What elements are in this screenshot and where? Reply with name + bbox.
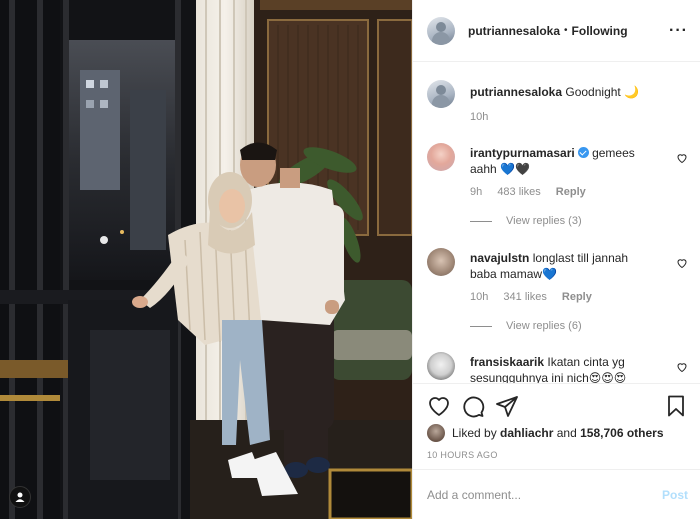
author-username[interactable]: putriannesaloka	[468, 24, 560, 38]
post-header: putriannesaloka • Following ···	[413, 0, 700, 62]
post-panel: putriannesaloka • Following ··· putriann…	[412, 0, 700, 519]
comment-text-line2: baba mamaw💙	[470, 267, 557, 281]
view-replies-label: View replies (6)	[506, 320, 582, 332]
post-comment-button[interactable]: Post	[662, 488, 688, 502]
heart-icon[interactable]	[427, 394, 451, 418]
divider-line	[470, 325, 492, 327]
comment-likes[interactable]: 341 likes	[503, 291, 546, 303]
view-replies-button[interactable]: View replies (3)	[470, 215, 582, 227]
comment-input[interactable]: Add a comment...	[427, 488, 662, 502]
action-icons	[427, 394, 688, 418]
caption-username[interactable]: putriannesaloka	[470, 85, 562, 99]
post-photo[interactable]	[0, 0, 412, 519]
comment-time[interactable]: 10h	[470, 291, 488, 303]
following-button[interactable]: Following	[572, 24, 628, 38]
comment-body: fransiskaarik Ikatan cinta yg sesungguhn…	[470, 354, 662, 384]
reply-button[interactable]: Reply	[562, 291, 592, 303]
liked-by: Liked by dahliachr and 158,706 others	[427, 424, 664, 442]
caption-text: Goodnight 🌙	[565, 85, 640, 99]
comment-meta: 9h 483 likes Reply	[470, 186, 598, 198]
caption-meta: 10h	[470, 111, 500, 123]
add-comment-bar: Add a comment... Post	[413, 470, 700, 519]
liked-by-and: and	[556, 426, 577, 440]
comment-likes[interactable]: 483 likes	[497, 186, 540, 198]
paper-plane-icon[interactable]	[495, 394, 519, 418]
post-timestamp[interactable]: 10 HOURS AGO	[427, 450, 498, 460]
post-actions: Liked by dahliachr and 158,706 others 10…	[413, 384, 700, 470]
comments-list[interactable]: putriannesaloka Goodnight 🌙 10h irantypu…	[413, 62, 700, 384]
caption-time[interactable]: 10h	[470, 111, 488, 123]
comment-body: irantypurnamasari gemees aahh 💙🖤	[470, 145, 662, 177]
caption-body: putriannesaloka Goodnight 🌙	[470, 84, 662, 100]
commenter-avatar[interactable]	[427, 352, 455, 380]
verified-badge-icon	[577, 147, 589, 158]
user-tag-icon	[15, 492, 25, 502]
comment-meta: 10h 341 likes Reply	[470, 291, 604, 303]
liked-by-user[interactable]: dahliachr	[500, 426, 553, 440]
separator-dot: •	[564, 25, 568, 36]
bookmark-icon[interactable]	[664, 394, 688, 418]
commenter-username[interactable]: navajulstn	[470, 251, 529, 265]
comment-text-line1: Ikatan cinta yg	[547, 355, 625, 369]
comment-like-button[interactable]	[676, 257, 688, 269]
divider-line	[470, 220, 492, 222]
comment-like-button[interactable]	[676, 361, 688, 373]
liked-by-prefix: Liked by	[452, 426, 497, 440]
liked-by-others[interactable]: 158,706 others	[580, 426, 663, 440]
more-options-button[interactable]: ···	[669, 22, 688, 40]
comment-body: navajulstn longlast till jannah baba mam…	[470, 250, 662, 282]
view-replies-button[interactable]: View replies (6)	[470, 320, 582, 332]
photo-illustration	[0, 0, 412, 519]
comment-like-button[interactable]	[676, 152, 688, 164]
comment-text-line2: aahh 💙🖤	[470, 162, 530, 176]
commenter-avatar[interactable]	[427, 143, 455, 171]
view-replies-label: View replies (3)	[506, 215, 582, 227]
reply-button[interactable]: Reply	[556, 186, 586, 198]
caption-avatar[interactable]	[427, 80, 455, 108]
comment-time[interactable]: 9h	[470, 186, 482, 198]
commenter-avatar[interactable]	[427, 248, 455, 276]
liker-avatar[interactable]	[427, 424, 445, 442]
author-avatar[interactable]	[427, 16, 455, 45]
tag-people-button[interactable]	[9, 486, 31, 508]
comment-text-line2: sesungguhnya ini nich😍😍😍	[470, 371, 627, 384]
comment-icon[interactable]	[461, 394, 485, 418]
commenter-username[interactable]: irantypurnamasari	[470, 146, 575, 160]
commenter-username[interactable]: fransiskaarik	[470, 355, 544, 369]
comment-text-line1: longlast till jannah	[532, 251, 629, 265]
comment-text-line1: gemees	[592, 146, 635, 160]
